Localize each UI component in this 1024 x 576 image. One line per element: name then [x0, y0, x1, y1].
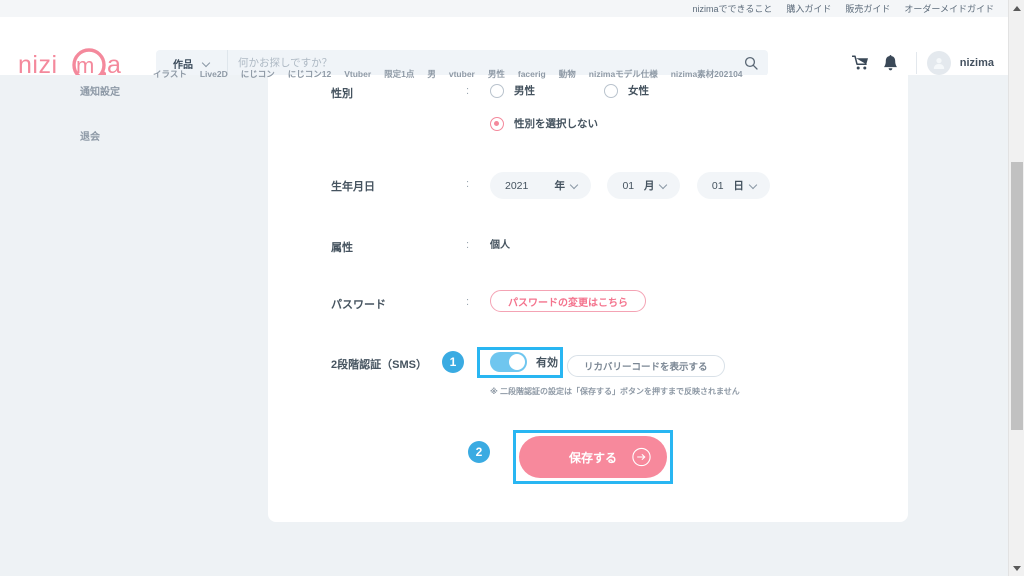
birthday-year-unit: 年: [554, 180, 566, 192]
tag-item[interactable]: イラスト: [153, 68, 187, 80]
tag-item[interactable]: 男性: [488, 68, 505, 80]
tag-item[interactable]: nizimaモデル仕様: [589, 68, 658, 80]
topbar-link-ordermade-guide[interactable]: オーダーメイドガイド: [904, 2, 994, 15]
tag-item[interactable]: 限定1点: [384, 68, 414, 80]
tag-item[interactable]: facerig: [518, 69, 546, 79]
birthday-year-select[interactable]: 2021 年: [490, 172, 591, 199]
top-utility-bar: nizimaでできること 購入ガイド 販売ガイド オーダーメイドガイド: [0, 0, 1008, 17]
tag-item[interactable]: Live2D: [200, 69, 228, 79]
gender-options-primary: 男性 女性: [490, 83, 649, 98]
sidebar-item-label: 退会: [80, 132, 100, 143]
radio-gender-unspecified[interactable]: [490, 116, 504, 131]
save-button[interactable]: 保存する: [519, 436, 667, 478]
tag-item[interactable]: vtuber: [449, 69, 475, 79]
birthday-day-select[interactable]: 01 日: [696, 172, 770, 199]
radio-gender-male-label: 男性: [514, 85, 535, 97]
two-factor-note: ※ 二段階認証の設定は「保存する」ボタンを押すまで反映されません: [490, 387, 740, 396]
attribute-value: 個人: [490, 240, 510, 251]
tag-item[interactable]: にじコン12: [288, 68, 331, 80]
two-factor-toggle-wrap: 有効: [490, 352, 558, 372]
two-factor-controls: 有効: [490, 352, 558, 372]
radio-gender-female[interactable]: [604, 83, 618, 98]
tag-item[interactable]: 男: [427, 68, 436, 80]
gender-options-secondary: 性別を選択しない: [490, 116, 649, 131]
radio-gender-male[interactable]: [490, 83, 504, 98]
show-recovery-code-button[interactable]: リカバリーコードを表示する: [567, 355, 725, 377]
birthday-month-unit: 月: [643, 180, 655, 192]
step-badge-1: 1: [442, 351, 464, 373]
radio-gender-unspecified-label: 性別を選択しない: [514, 118, 598, 130]
sidebar-item-withdraw[interactable]: 退会: [80, 128, 260, 143]
tag-item[interactable]: 動物: [559, 68, 576, 80]
gender-options: 男性 女性 性別を選択しない: [490, 83, 649, 131]
change-password-button[interactable]: パスワードの変更はこちら: [490, 290, 646, 312]
sidebar-item-label: 通知設定: [80, 87, 120, 98]
password-label: パスワード: [331, 299, 386, 311]
settings-sidebar: 通知設定 退会: [80, 75, 260, 173]
page-scrollbar[interactable]: [1008, 0, 1024, 576]
chevron-down-icon: [571, 182, 578, 189]
app-root: nizimaでできること 購入ガイド 販売ガイド オーダーメイドガイド nizi…: [0, 0, 1024, 576]
topbar-link-buy-guide[interactable]: 購入ガイド: [786, 2, 831, 15]
tag-item[interactable]: nizima素材202104: [671, 68, 743, 80]
birthday-year-value: 2021: [505, 179, 529, 192]
radio-gender-female-label: 女性: [628, 85, 649, 97]
gender-colon: :: [466, 85, 470, 97]
birthday-day-unit: 日: [733, 180, 744, 192]
chevron-down-icon: [660, 182, 667, 189]
attribute-value-wrap: 個人: [490, 235, 510, 253]
toggle-knob: [509, 354, 525, 370]
chevron-up-icon: [1013, 5, 1021, 11]
chevron-down-icon: [750, 182, 757, 189]
birthday-month-select[interactable]: 01 月: [607, 172, 681, 199]
sidebar-item-notification-settings[interactable]: 通知設定: [80, 83, 260, 98]
topbar-link-about[interactable]: nizimaでできること: [693, 2, 773, 15]
tag-item[interactable]: にじコン: [241, 68, 275, 80]
attribute-label: 属性: [331, 242, 353, 254]
step-badge-2: 2: [468, 441, 490, 463]
scrollbar-up-button[interactable]: [1009, 0, 1024, 16]
tag-item[interactable]: Vtuber: [344, 69, 371, 79]
birthday-day-value: 01: [711, 179, 724, 192]
topbar-link-sell-guide[interactable]: 販売ガイド: [845, 2, 890, 15]
password-colon: :: [466, 296, 470, 308]
scrollbar-thumb[interactable]: [1011, 162, 1023, 430]
chevron-down-icon: [1013, 565, 1021, 571]
birthday-month-value: 01: [622, 179, 635, 192]
save-button-label: 保存する: [568, 450, 617, 465]
two-factor-state-label: 有効: [536, 357, 558, 369]
save-button-wrap: 保存する: [519, 436, 667, 478]
two-factor-toggle[interactable]: [490, 352, 527, 372]
attribute-colon: :: [466, 239, 470, 251]
birthday-label: 生年月日: [331, 181, 375, 193]
recovery-code-wrap: リカバリーコードを表示する: [567, 355, 725, 377]
page-body: 通知設定 退会 性別 : 男性 女性 性別を選択しない 生年月日: 2021 …: [0, 75, 1008, 576]
gender-label: 性別: [331, 88, 353, 100]
arrow-right-circle-icon: [632, 447, 651, 467]
tag-strip: イラスト Live2D にじコン にじコン12 Vtuber 限定1点 男 vt…: [0, 66, 1008, 82]
birthday-selects: 2021 年 01 月 01 日: [490, 172, 782, 199]
settings-card: 性別 : 男性 女性 性別を選択しない 生年月日: 2021 年 01 月 0…: [268, 75, 908, 522]
password-change-wrap: パスワードの変更はこちら: [490, 290, 646, 312]
scrollbar-down-button[interactable]: [1009, 560, 1024, 576]
two-factor-note-wrap: ※ 二段階認証の設定は「保存する」ボタンを押すまで反映されません: [490, 381, 740, 399]
birthday-colon: :: [466, 178, 470, 190]
two-factor-label: 2段階認証（SMS）: [331, 359, 427, 371]
